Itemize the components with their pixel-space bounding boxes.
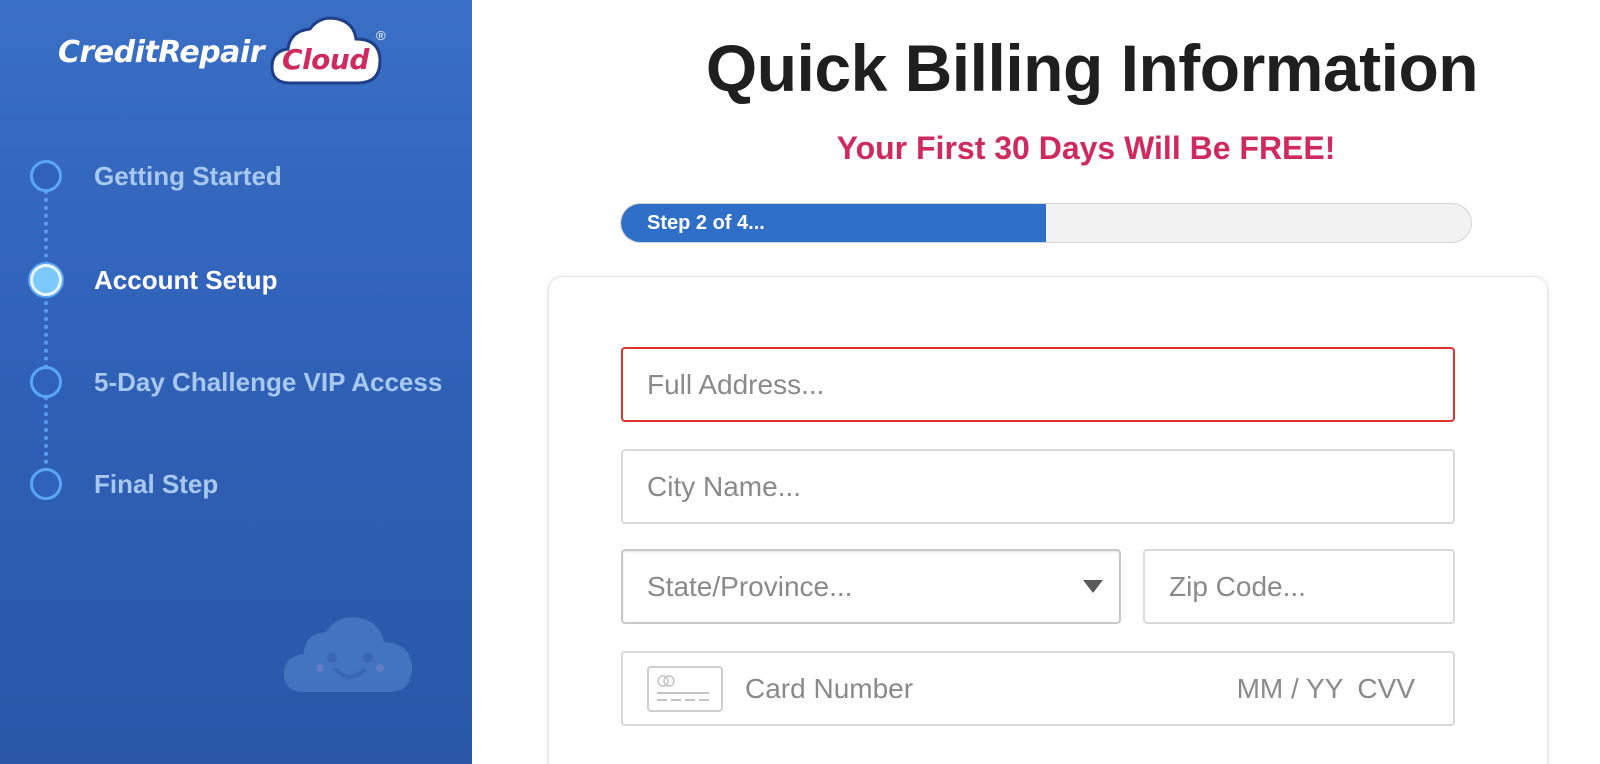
card-cvv-input[interactable]: CVV	[1357, 673, 1415, 704]
step-label: 5-Day Challenge VIP Access	[94, 366, 443, 397]
step-indicator-icon	[30, 366, 62, 398]
main-content: Quick Billing Information Your First 30 …	[472, 0, 1600, 764]
step-label: Getting Started	[94, 160, 282, 191]
step-label: Final Step	[94, 468, 219, 499]
zip-field[interactable]	[1143, 549, 1455, 624]
step-indicator-icon	[30, 160, 62, 192]
cloud-mascot-icon	[284, 617, 412, 692]
card-expiry-input[interactable]: MM / YY	[1237, 673, 1344, 704]
city-field[interactable]	[621, 449, 1455, 524]
billing-form-card: State/Province... Card Number MM /	[548, 276, 1548, 764]
step-indicator-icon	[30, 468, 62, 500]
step-label: Account Setup	[94, 264, 278, 295]
sidebar: CreditRepair Cloud ® Getting Started Acc…	[0, 0, 472, 764]
step-progress-bar: Step 2 of 4...	[620, 203, 1472, 243]
step-indicator-active-icon	[30, 264, 62, 296]
step-getting-started[interactable]: Getting Started	[30, 158, 282, 194]
state-select[interactable]: State/Province...	[621, 549, 1121, 624]
dropdown-arrow-icon	[1083, 580, 1103, 593]
progress-label: Step 2 of 4...	[647, 212, 765, 234]
step-connector	[44, 190, 48, 480]
card-field[interactable]: Card Number MM / YY CVV	[621, 651, 1455, 726]
credit-card-icon	[647, 665, 723, 712]
city-input[interactable]	[647, 451, 1453, 522]
free-trial-subtitle: Your First 30 Days Will Be FREE!	[836, 130, 1336, 166]
card-number-input[interactable]: Card Number	[745, 673, 1223, 705]
state-select-value: State/Province...	[647, 570, 853, 602]
step-final[interactable]: Final Step	[30, 466, 218, 502]
step-account-setup[interactable]: Account Setup	[30, 262, 277, 298]
full-address-field[interactable]	[621, 347, 1455, 422]
page-title: Quick Billing Information	[705, 31, 1479, 105]
zip-input[interactable]	[1169, 551, 1453, 622]
step-vip-access[interactable]: 5-Day Challenge VIP Access	[30, 364, 442, 400]
full-address-input[interactable]	[647, 349, 1453, 420]
card-meta: MM / YY CVV	[1223, 673, 1415, 705]
